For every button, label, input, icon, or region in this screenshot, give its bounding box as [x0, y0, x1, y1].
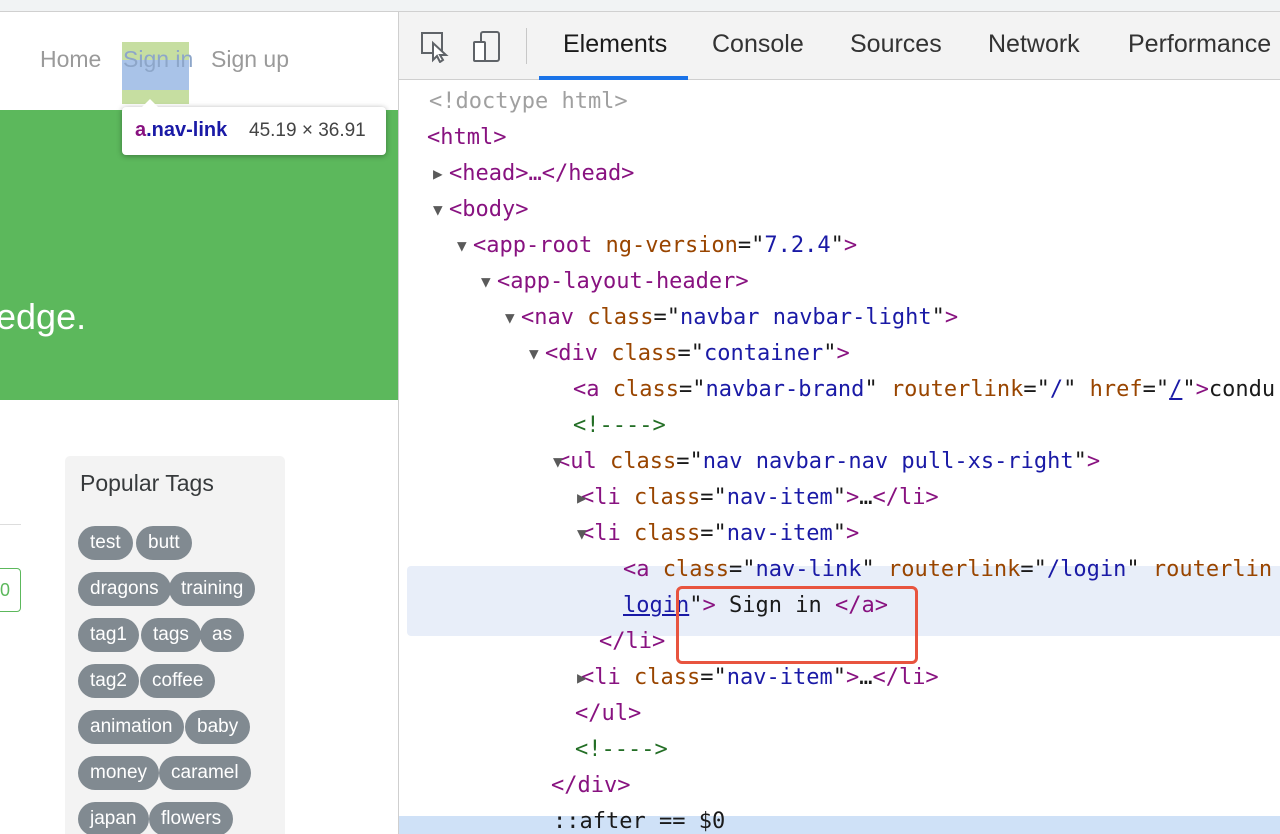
tab-elements[interactable]: Elements [563, 30, 667, 59]
tab-performance[interactable]: Performance [1128, 30, 1271, 59]
tab-sources[interactable]: Sources [850, 30, 942, 59]
dom-line-after-pseudo[interactable]: ::after == $0 [553, 804, 1280, 834]
dom-line-ul[interactable]: ▼ <ul class="nav navbar-nav pull-xs-right… [553, 444, 1280, 480]
nav-link-sign-in[interactable]: Sign in [123, 46, 193, 73]
dom-tree: <!doctype html> <html> ▶ <head>…</head> ▼… [399, 80, 1280, 834]
tag-pill[interactable]: training [169, 572, 256, 606]
tab-network[interactable]: Network [988, 30, 1080, 59]
tag-pill[interactable]: butt [136, 526, 192, 560]
toolbar-separator [526, 28, 527, 64]
tag-pill[interactable]: as [200, 618, 245, 652]
tag-pill[interactable]: tag1 [78, 618, 139, 652]
favorite-button[interactable]: 0 [0, 568, 21, 612]
dom-line-li-1[interactable]: ▶ <li class="nav-item">…</li> [577, 480, 1280, 516]
tag-pill[interactable]: tag2 [78, 664, 139, 698]
tab-console[interactable]: Console [712, 30, 804, 59]
sidebar-title: Popular Tags [80, 470, 214, 496]
inspect-element-tooltip: a.nav-link 45.19 × 36.91 [122, 99, 386, 155]
nav-link-sign-up[interactable]: Sign up [211, 46, 289, 73]
tag-pill[interactable]: coffee [140, 664, 216, 698]
select-element-icon[interactable] [419, 29, 451, 64]
nav-link-home[interactable]: Home [40, 46, 101, 73]
dom-line-li-3[interactable]: ▶ <li class="nav-item">…</li> [577, 660, 1280, 696]
tooltip-dimensions: 45.19 × 36.91 [249, 120, 366, 141]
tooltip-selector: a.nav-link [135, 119, 228, 141]
dom-line-nav[interactable]: ▼ <nav class="navbar navbar-light"> [505, 300, 1280, 336]
devtools-toolbar: Elements Console Sources Network Perform… [399, 12, 1280, 80]
dom-line-app-root[interactable]: ▼ <app-root ng-version="7.2.4"> [457, 228, 1280, 264]
annotation-red-box [676, 586, 918, 664]
dom-line-html[interactable]: <html> [427, 120, 1280, 156]
tooltip-caret [142, 99, 158, 107]
tag-pill[interactable]: caramel [159, 756, 251, 790]
tag-pill[interactable]: money [78, 756, 160, 790]
tag-pill[interactable]: dragons [78, 572, 171, 606]
popular-tags-sidebar: Popular Tags test butt dragons training … [65, 456, 285, 834]
tag-pill[interactable]: test [78, 526, 133, 560]
device-toolbar-icon[interactable] [471, 29, 503, 63]
tag-pill[interactable]: japan [78, 802, 149, 834]
banner-slogan: edge. [0, 296, 87, 337]
tag-pill[interactable]: tags [141, 618, 201, 652]
dom-line-container[interactable]: ▼ <div class="container"> [529, 336, 1280, 372]
dom-line-brand[interactable]: <a class="navbar-brand" routerlink="/" h… [573, 372, 1280, 408]
dom-line-layout-header[interactable]: ▼ <app-layout-header> [481, 264, 1280, 300]
dom-line-comment-2[interactable]: <!----> [575, 732, 1280, 768]
feed-divider [0, 524, 21, 525]
dom-line-doctype[interactable]: <!doctype html> [429, 84, 1280, 120]
tag-pill[interactable]: flowers [149, 802, 234, 834]
tag-pill[interactable]: baby [185, 710, 251, 744]
dom-line-comment[interactable]: <!----> [573, 408, 1280, 444]
dom-line-selected-link[interactable]: <a class="nav-link" routerlink="/login" … [623, 552, 1280, 588]
website-preview: Home Sign in Sign up a.nav-link 45.19 × … [0, 12, 398, 834]
dom-line-li-2[interactable]: ▼ <li class="nav-item"> [577, 516, 1280, 552]
site-navbar: Home Sign in Sign up [0, 26, 398, 104]
dom-line-div-close[interactable]: </div> [551, 768, 1280, 804]
favorite-count: 0 [0, 580, 10, 600]
dom-line-body[interactable]: ▼ <body> [433, 192, 1280, 228]
browser-top-strip [0, 0, 1280, 12]
dom-line-head[interactable]: ▶ <head>…</head> [433, 156, 1280, 192]
devtools-panel: Elements Console Sources Network Perform… [398, 12, 1280, 834]
tag-pill[interactable]: animation [78, 710, 185, 744]
dom-line-ul-close[interactable]: </ul> [575, 696, 1280, 732]
